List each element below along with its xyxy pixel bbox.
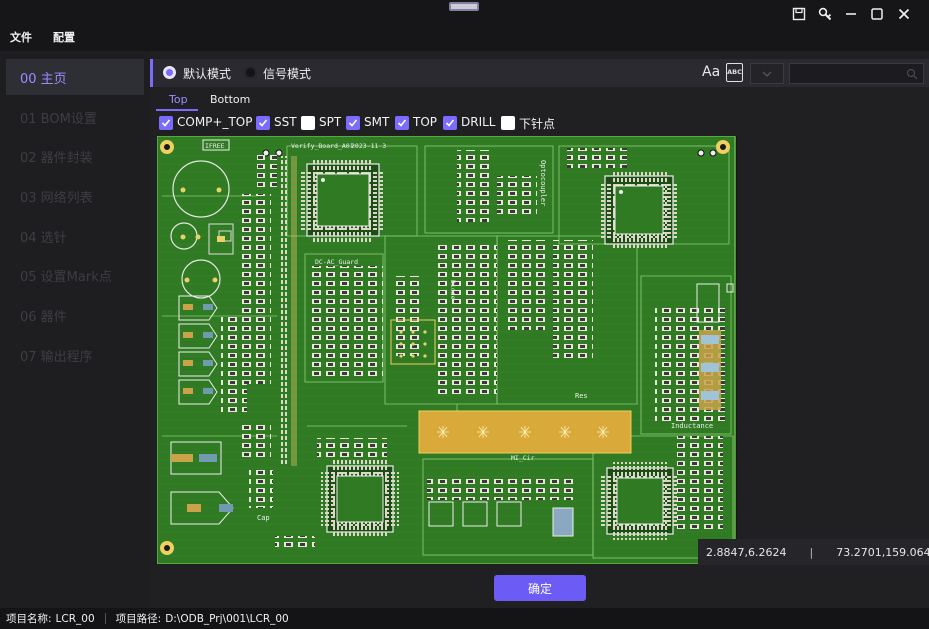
drag-handle[interactable] xyxy=(449,2,479,11)
save-icon[interactable] xyxy=(788,3,810,25)
board-logo: IFREE xyxy=(205,142,225,150)
close-icon[interactable] xyxy=(893,3,915,25)
menu-file[interactable]: 文件 xyxy=(10,29,32,45)
layer-top-checkbox[interactable] xyxy=(395,116,409,130)
project-name-label: 项目名称: xyxy=(6,613,52,625)
menu-config[interactable]: 配置 xyxy=(53,29,75,45)
tools-icon[interactable] xyxy=(814,3,836,25)
layer-spt-label: SPT xyxy=(319,115,342,129)
layer-drill-checkbox[interactable] xyxy=(443,116,457,130)
sidebar-item-bom[interactable]: 01 BOM设置 xyxy=(6,99,144,135)
layer-sst-label: SST xyxy=(274,115,297,129)
coordinate-readout: 2.8847,6.2624 | 73.2701,159.0649 xyxy=(698,539,929,565)
layer-probe-point-checkbox[interactable] xyxy=(501,116,515,130)
layer-sst-checkbox[interactable] xyxy=(256,116,270,130)
board-label-res: Res xyxy=(575,392,588,400)
tab-top[interactable]: Top xyxy=(169,93,188,106)
mode-bar: 默认模式 信号模式 Aa ABC xyxy=(150,59,929,87)
default-mode-radio[interactable] xyxy=(163,66,176,79)
layer-spt-checkbox[interactable] xyxy=(301,116,315,130)
status-bar: 项目名称: LCR_00 项目路径: D:\ODB_Prj\001\LCR_00 xyxy=(0,608,929,629)
sidebar-item-mark[interactable]: 05 设置Mark点 xyxy=(6,257,144,293)
layer-comp-top-label: COMP+_TOP xyxy=(177,115,253,129)
sidebar: 00 主页 01 BOM设置 02 器件封装 03 网络列表 04 选针 05 … xyxy=(0,51,150,608)
sidebar-item-components[interactable]: 06 器件 xyxy=(6,297,144,333)
signal-mode-radio[interactable] xyxy=(244,66,257,79)
search-scope-dropdown[interactable] xyxy=(750,63,784,84)
tab-indicator xyxy=(156,109,198,111)
coord-a: 2.8847,6.2624 xyxy=(706,545,787,559)
layer-drill-label: DRILL xyxy=(461,115,496,129)
board-label-opto: Optocoupler xyxy=(539,160,547,206)
sidebar-item-netlist[interactable]: 03 网络列表 xyxy=(6,178,144,214)
search-input[interactable] xyxy=(789,63,924,84)
sidebar-item-probe[interactable]: 04 选针 xyxy=(6,218,144,254)
layer-top-label: TOP xyxy=(413,115,438,129)
main-panel: 默认模式 信号模式 Aa ABC Top Bottom COMP+_TOP SS… xyxy=(150,51,929,608)
confirm-button[interactable]: 确定 xyxy=(494,575,586,601)
board-date: 2023-11-3 xyxy=(351,142,386,150)
minimize-icon[interactable] xyxy=(840,3,862,25)
title-bar: 文件 配置 xyxy=(0,0,929,51)
coord-separator: | xyxy=(809,545,814,559)
tab-bottom[interactable]: Bottom xyxy=(210,93,250,106)
project-name: LCR_00 xyxy=(55,612,95,625)
project-path: D:\ODB_Prj\001\LCR_00 xyxy=(165,612,289,625)
sidebar-item-home[interactable]: 00 主页 xyxy=(6,59,144,95)
signal-mode-label[interactable]: 信号模式 xyxy=(263,65,311,82)
board-title: Verify_Board_A01 xyxy=(291,142,354,150)
layer-probe-point-label: 下针点 xyxy=(519,117,556,131)
status-divider xyxy=(104,613,106,624)
pcb-board[interactable]: IFREE Verify_Board_A01 2023-11-3 DC-AC_G… xyxy=(156,135,737,565)
layer-smt-label: SMT xyxy=(364,115,390,129)
board-label-dcac: DC-AC_Guard xyxy=(315,258,358,266)
chevron-down-icon xyxy=(762,71,772,77)
sidebar-item-output[interactable]: 07 输出程序 xyxy=(6,337,144,373)
project-path-label: 项目路径: xyxy=(115,613,162,625)
board-label-cap: Cap xyxy=(257,514,270,522)
board-label-diode: Diode xyxy=(449,280,457,300)
whole-word-button[interactable]: ABC xyxy=(726,63,743,82)
layer-comp-top-checkbox[interactable] xyxy=(159,116,173,130)
board-label-mi: MI_Cir xyxy=(511,454,535,462)
layer-smt-checkbox[interactable] xyxy=(346,116,360,130)
pcb-canvas[interactable]: IFREE Verify_Board_A01 2023-11-3 DC-AC_G… xyxy=(156,135,737,565)
coord-b: 73.2701,159.0649 xyxy=(836,545,929,559)
sidebar-item-footprint[interactable]: 02 器件封装 xyxy=(6,138,144,174)
default-mode-label[interactable]: 默认模式 xyxy=(183,65,231,82)
match-case-button[interactable]: Aa xyxy=(702,64,720,80)
maximize-icon[interactable] xyxy=(866,3,888,25)
search-icon xyxy=(906,68,918,80)
board-label-ind: Inductance xyxy=(671,422,713,430)
